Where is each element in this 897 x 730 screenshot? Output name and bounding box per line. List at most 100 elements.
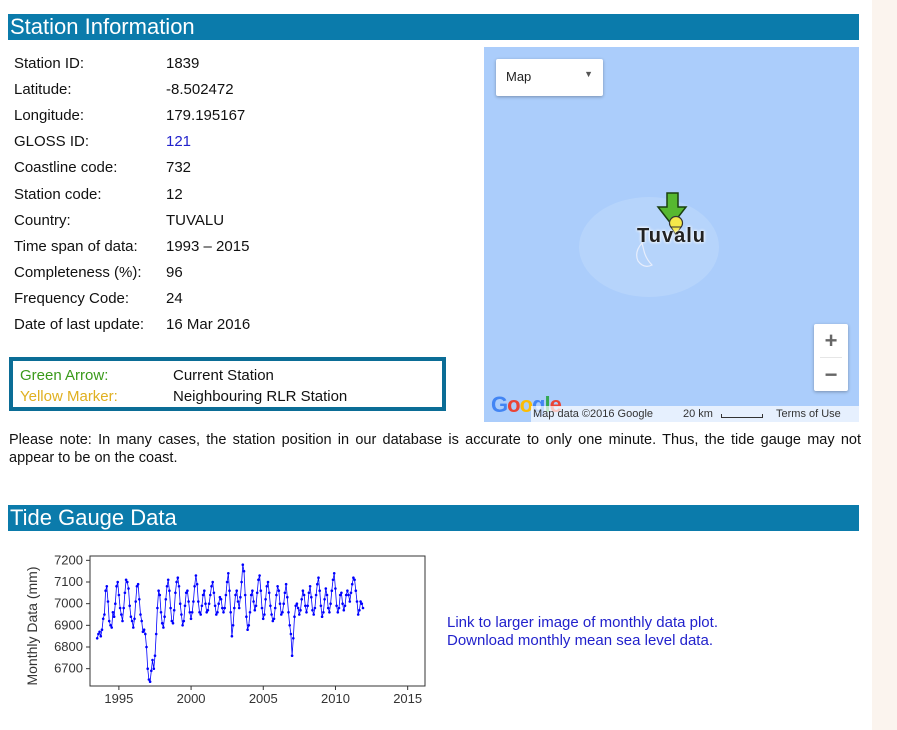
x-tick-label: 2010: [321, 691, 350, 706]
data-point: [163, 615, 166, 618]
info-value: TUVALU: [166, 211, 225, 229]
data-point: [318, 589, 322, 592]
data-point: [353, 578, 356, 582]
data-point: [210, 585, 213, 588]
data-point: [120, 613, 123, 616]
data-point: [151, 658, 154, 662]
data-point: [358, 608, 361, 612]
data-point: [133, 617, 136, 621]
data-point: [201, 593, 205, 597]
data-point: [246, 628, 249, 631]
larger-plot-link[interactable]: Link to larger image of monthly data plo…: [447, 614, 718, 632]
data-point: [224, 593, 228, 597]
tide-links: Link to larger image of monthly data plo…: [447, 614, 718, 650]
info-value: 732: [166, 159, 192, 177]
data-point: [206, 608, 210, 612]
data-point: [169, 606, 172, 610]
data-point: [328, 611, 331, 614]
station-info-table: Station ID: 1839 Latitude: -8.502472 Longitu…: [10, 50, 254, 338]
data-point: [284, 582, 288, 586]
zoom-in-button[interactable]: +: [814, 324, 848, 357]
map-place-label: Tuvalu: [637, 225, 706, 247]
data-point: [198, 611, 201, 614]
map-type-dropdown[interactable]: Map ▼: [496, 59, 603, 96]
data-point: [324, 587, 328, 590]
zoom-out-button[interactable]: −: [814, 358, 848, 391]
data-point: [129, 615, 133, 618]
data-point: [278, 602, 282, 605]
data-point: [192, 600, 195, 603]
y-axis-label: Monthly Data (mm): [24, 566, 40, 685]
data-point: [187, 600, 190, 603]
data-point: [98, 630, 101, 634]
data-point: [115, 585, 118, 588]
data-point: [272, 617, 276, 621]
data-point: [121, 619, 124, 623]
data-point: [181, 624, 184, 627]
data-point: [237, 606, 241, 610]
zoom-control[interactable]: + −: [814, 324, 848, 391]
data-point: [299, 608, 302, 612]
data-point: [296, 606, 300, 610]
map-data-credit: Map data ©2016 Google: [533, 408, 654, 420]
data-point: [114, 602, 117, 605]
data-point: [209, 593, 212, 597]
data-point: [263, 613, 266, 616]
data-point: [217, 602, 220, 605]
data-point: [319, 604, 323, 608]
data-point: [148, 680, 152, 683]
data-point: [289, 632, 293, 636]
data-point: [175, 580, 178, 584]
station-map[interactable]: Map ▼ Tuvalu + − Google Map data ©2016 G…: [484, 47, 859, 422]
info-label: Date of last update:: [14, 316, 145, 334]
data-point: [174, 591, 177, 595]
data-point: [215, 613, 218, 616]
data-point: [308, 585, 312, 588]
info-label: Station code:: [14, 185, 102, 203]
data-point: [360, 602, 364, 605]
data-point: [166, 578, 170, 582]
data-point: [101, 617, 105, 621]
yellow-marker-value: Neighbouring RLR Station: [173, 388, 348, 405]
info-value: 24: [166, 290, 183, 308]
info-row: Station code: 12: [10, 181, 254, 207]
legend-row-yellow: Yellow Marker: Neighbouring RLR Station: [20, 387, 347, 407]
data-point: [142, 628, 146, 631]
download-data-link[interactable]: Download monthly mean sea level data.: [447, 632, 718, 650]
data-point: [225, 580, 229, 584]
data-point: [341, 602, 344, 605]
data-point: [139, 613, 142, 616]
data-point: [241, 563, 245, 566]
data-point: [301, 589, 305, 592]
info-label: Station ID:: [14, 54, 85, 72]
data-point: [199, 613, 202, 616]
data-point: [118, 606, 122, 610]
data-point: [342, 608, 346, 612]
data-point: [259, 589, 263, 592]
data-point: [248, 611, 252, 614]
data-point: [112, 615, 116, 618]
data-point: [240, 580, 243, 584]
data-point: [355, 600, 359, 603]
data-point: [194, 574, 198, 577]
data-point: [280, 613, 283, 616]
map-attribution-bar: Map data ©2016 Google 20 km Terms of Use: [531, 406, 859, 422]
data-point: [116, 580, 119, 584]
gloss-id-link[interactable]: 121: [166, 133, 191, 150]
data-point: [281, 611, 284, 614]
data-point: [193, 585, 196, 588]
data-point: [145, 645, 148, 649]
data-point: [229, 611, 232, 614]
info-label: Frequency Code:: [14, 290, 130, 308]
tide-gauge-header: Tide Gauge Data: [8, 505, 859, 531]
position-note: Please note: In many cases, the station …: [9, 432, 861, 466]
data-point: [264, 598, 267, 601]
data-point: [126, 580, 129, 584]
terms-of-use-link[interactable]: Terms of Use: [776, 406, 841, 422]
data-point: [168, 589, 171, 592]
info-value: 1839: [166, 54, 200, 72]
data-point: [110, 626, 113, 629]
series-line: [96, 564, 364, 684]
tide-chart-svg: 6700 6800 6900 7000 7100 7200 1995 2000 2005 2010…: [24, 552, 426, 706]
data-point: [325, 593, 329, 597]
